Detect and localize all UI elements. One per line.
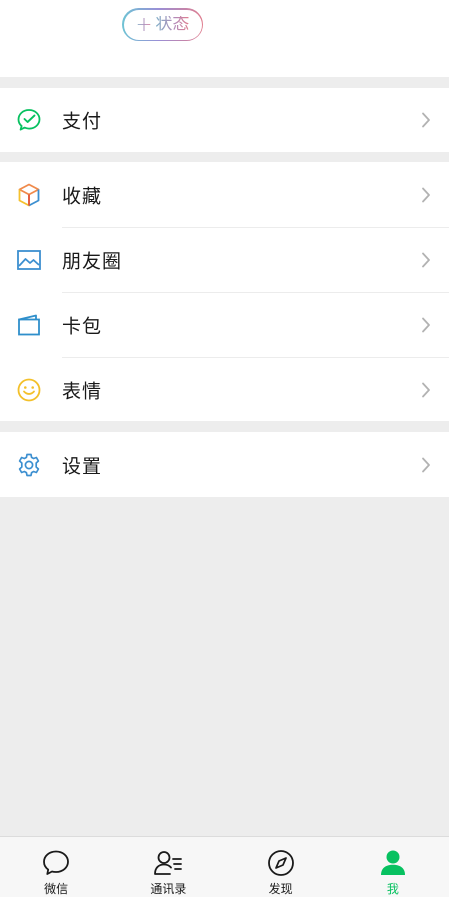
moments-picture-icon [17, 249, 41, 270]
menu-item-label: 支付 [62, 110, 103, 133]
tab-contacts[interactable]: 通讯录 [112, 837, 224, 897]
gear-icon [18, 453, 40, 476]
menu-item-label: 卡包 [62, 315, 103, 337]
pay-icon [17, 109, 41, 131]
tab-discover[interactable]: 发现 [225, 837, 337, 897]
plus-icon: + [135, 12, 153, 36]
menu-item-moments[interactable]: 朋友圈 [0, 227, 449, 292]
bottom-tab-bar: 微信 通讯录 发现 我 [0, 836, 449, 897]
chevron-right-icon [422, 317, 430, 332]
tab-chats[interactable]: 微信 [0, 837, 112, 897]
services-group: 收藏 朋友圈 卡包 表情 [0, 162, 449, 421]
menu-item-label: 朋友圈 [62, 250, 123, 272]
profile-header: + 状态 [0, 0, 449, 77]
add-status-button[interactable]: + 状态 [122, 8, 203, 41]
pay-group: 支付 [0, 88, 449, 152]
menu-item-favorites[interactable]: 收藏 [0, 162, 449, 227]
favorites-cube-icon [18, 183, 40, 206]
compass-icon [267, 850, 294, 876]
chevron-right-icon [422, 187, 430, 202]
card-wallet-icon [18, 314, 40, 335]
chevron-right-icon [422, 382, 430, 397]
menu-item-cards[interactable]: 卡包 [0, 292, 449, 357]
menu-item-label: 表情 [62, 380, 103, 402]
tab-me[interactable]: 我 [337, 837, 449, 897]
menu-item-pay[interactable]: 支付 [0, 88, 449, 152]
chevron-right-icon [422, 112, 430, 128]
me-page: + 状态 支付 收藏 朋友圈 卡包 表情 设置 微信 通讯录 发现 我 [0, 0, 449, 897]
chevron-right-icon [422, 457, 430, 472]
menu-item-stickers[interactable]: 表情 [0, 357, 449, 422]
menu-item-label: 收藏 [62, 185, 103, 207]
menu-item-settings[interactable]: 设置 [0, 432, 449, 497]
smiley-face-icon [17, 378, 41, 401]
menu-item-label: 设置 [62, 455, 103, 477]
tab-label: 发现 [268, 882, 293, 896]
person-icon [380, 850, 405, 875]
chevron-right-icon [422, 252, 430, 267]
contacts-icon [154, 851, 183, 875]
tab-label: 通讯录 [150, 882, 187, 896]
tab-label: 我 [386, 882, 399, 896]
chat-bubble-icon [43, 850, 70, 875]
tab-label: 微信 [44, 882, 69, 896]
settings-group: 设置 [0, 432, 449, 497]
status-button-label: 状态 [155, 14, 190, 34]
